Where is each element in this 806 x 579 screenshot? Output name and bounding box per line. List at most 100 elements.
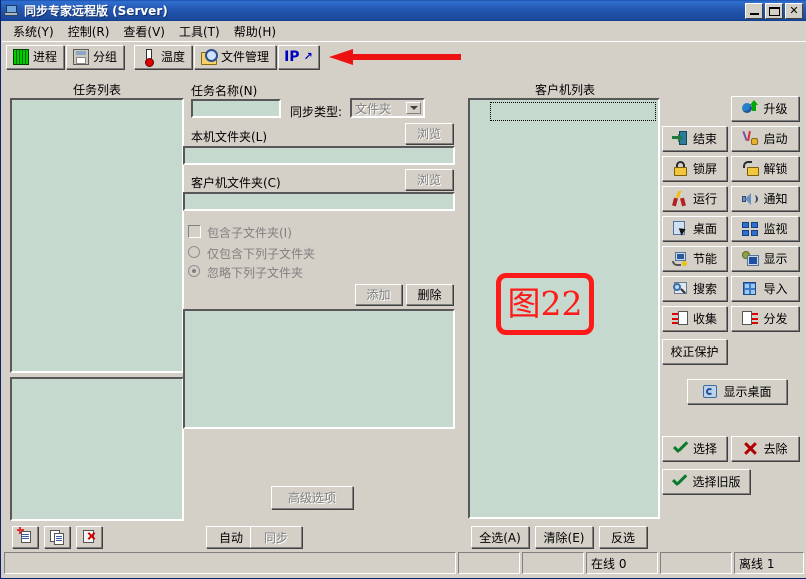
client-list[interactable] [468,98,660,519]
minimize-button[interactable] [745,2,763,19]
sync-type-select[interactable]: 文件夹 [350,98,425,118]
select-all-button[interactable]: 全选(A) [471,526,529,548]
invert-selection-button[interactable]: 反选 [599,526,647,548]
start-button[interactable]: 启动 [731,126,799,151]
toolbar-button-temperature[interactable]: 温度 [134,44,193,69]
radio-ignore-listed[interactable] [188,265,200,277]
desktop-button[interactable]: 桌面 [662,216,727,241]
upgrade-button[interactable]: 升级 [731,96,799,121]
group-icon [73,48,90,65]
start-label: 启动 [763,132,788,146]
collect-icon [671,310,689,327]
client-list-selection-row[interactable] [490,102,656,121]
notify-button[interactable]: 通知 [731,186,799,211]
window-title: 同步专家远程版 (Server) [24,4,168,18]
distribute-button[interactable]: 分发 [731,306,799,331]
client-list-title: 客户机列表 [534,83,595,97]
toolbar-label-temperature: 温度 [161,50,186,64]
client-browse-label: 浏览 [416,173,441,187]
toolbar-button-process[interactable]: 进程 [6,44,65,69]
task-list-upper[interactable] [10,98,184,373]
select-old-version-label: 选择旧版 [692,475,741,489]
lock-screen-button[interactable]: 锁屏 [662,156,727,181]
clear-selection-button[interactable]: 清除(E) [535,526,593,548]
check-icon-old [671,473,688,490]
select-label: 选择 [692,442,717,456]
task-name-input[interactable] [191,99,281,118]
toolbar-button-group[interactable]: 分组 [66,44,125,69]
client-browse-button[interactable]: 浏览 [405,169,453,190]
status-offline: 离线 1 [734,552,804,574]
delete-task-button[interactable] [76,526,102,548]
include-subfolders-checkbox[interactable] [188,225,201,238]
subfolder-list[interactable] [183,309,455,429]
distribute-label: 分发 [763,312,788,326]
title-bar: 同步专家远程版 (Server) ✕ [1,0,806,21]
unlock-button[interactable]: 解锁 [731,156,799,181]
main-work-area: 任务列表 任务名称(N) 同步类型: 文件夹 本机文件夹(L) 浏览 客户机文件… [2,71,806,549]
end-label: 结束 [692,132,717,146]
thermometer-icon [141,48,157,67]
menu-item-help[interactable]: 帮助(H) [227,21,283,42]
remove-button[interactable]: 去除 [731,436,799,461]
import-label: 导入 [763,282,788,296]
menu-item-tools[interactable]: 工具(T) [172,21,227,42]
task-list-lower[interactable] [10,377,184,521]
toolbar-button-ip[interactable]: IP ↗ [278,44,319,69]
local-folder-input[interactable] [183,146,455,165]
client-folder-input[interactable] [183,192,455,211]
repair-protect-button[interactable]: 校正保护 [662,339,727,364]
copy-task-button[interactable] [44,526,70,548]
power-save-button[interactable]: 节能 [662,246,727,271]
select-button[interactable]: 选择 [662,436,727,461]
display-label: 显示 [763,252,788,266]
auto-label: 自动 [218,530,243,545]
desktop-label: 桌面 [692,222,717,236]
menu-item-system[interactable]: 系统(Y) [6,21,61,42]
toolbar-button-file-manager[interactable]: 文件管理 [194,44,277,69]
auto-button[interactable]: 自动 [206,526,256,548]
remove-label: 去除 [763,442,788,456]
show-desktop-button[interactable]: 显示桌面 [687,379,787,404]
collect-button[interactable]: 收集 [662,306,727,331]
menu-item-control[interactable]: 控制(R) [61,21,117,42]
file-manager-icon [201,48,219,65]
application-window: 同步专家远程版 (Server) ✕ 系统(Y) 控制(R) 查看(V) 工具(… [0,0,806,579]
run-label: 运行 [692,192,717,206]
monitor-grid-icon [742,221,759,237]
add-subfolder-button[interactable]: 添加 [355,284,402,305]
maximize-button[interactable] [765,2,783,19]
repair-protect-label: 校正保护 [670,345,719,359]
new-task-button[interactable] [12,526,38,548]
include-subfolders-label: 包含子文件夹(I) [207,226,292,240]
monitor-button[interactable]: 监视 [731,216,799,241]
select-old-version-button[interactable]: 选择旧版 [662,469,750,494]
close-button[interactable]: ✕ [785,2,803,19]
status-cell-5 [660,552,732,574]
status-cell-3 [522,552,584,574]
radio-only-listed[interactable] [188,246,200,258]
toolbar-label-process: 进程 [33,50,58,64]
import-button[interactable]: 导入 [731,276,799,301]
sync-type-label: 同步类型: [290,105,343,119]
chevron-down-icon[interactable] [406,102,421,114]
end-button[interactable]: 结束 [662,126,727,151]
menu-bar: 系统(Y) 控制(R) 查看(V) 工具(T) 帮助(H) [2,21,806,41]
local-browse-button[interactable]: 浏览 [405,123,453,144]
sync-button[interactable]: 同步 [250,526,302,548]
lock-screen-icon [672,160,689,177]
delete-subfolder-button[interactable]: 删除 [406,284,453,305]
radio-ignore-listed-label: 忽略下列子文件夹 [207,266,304,280]
search-icon [672,281,689,297]
advanced-options-button[interactable]: 高级选项 [271,486,353,509]
copy-task-icon [49,529,66,545]
unlock-label: 解锁 [763,162,788,176]
display-button[interactable]: 显示 [731,246,799,271]
end-icon [671,130,689,147]
menu-item-view[interactable]: 查看(V) [116,21,172,42]
search-label: 搜索 [692,282,717,296]
search-button[interactable]: 搜索 [662,276,727,301]
run-button[interactable]: 运行 [662,186,727,211]
clear-selection-label: 清除(E) [543,530,585,545]
add-label: 添加 [366,288,391,302]
